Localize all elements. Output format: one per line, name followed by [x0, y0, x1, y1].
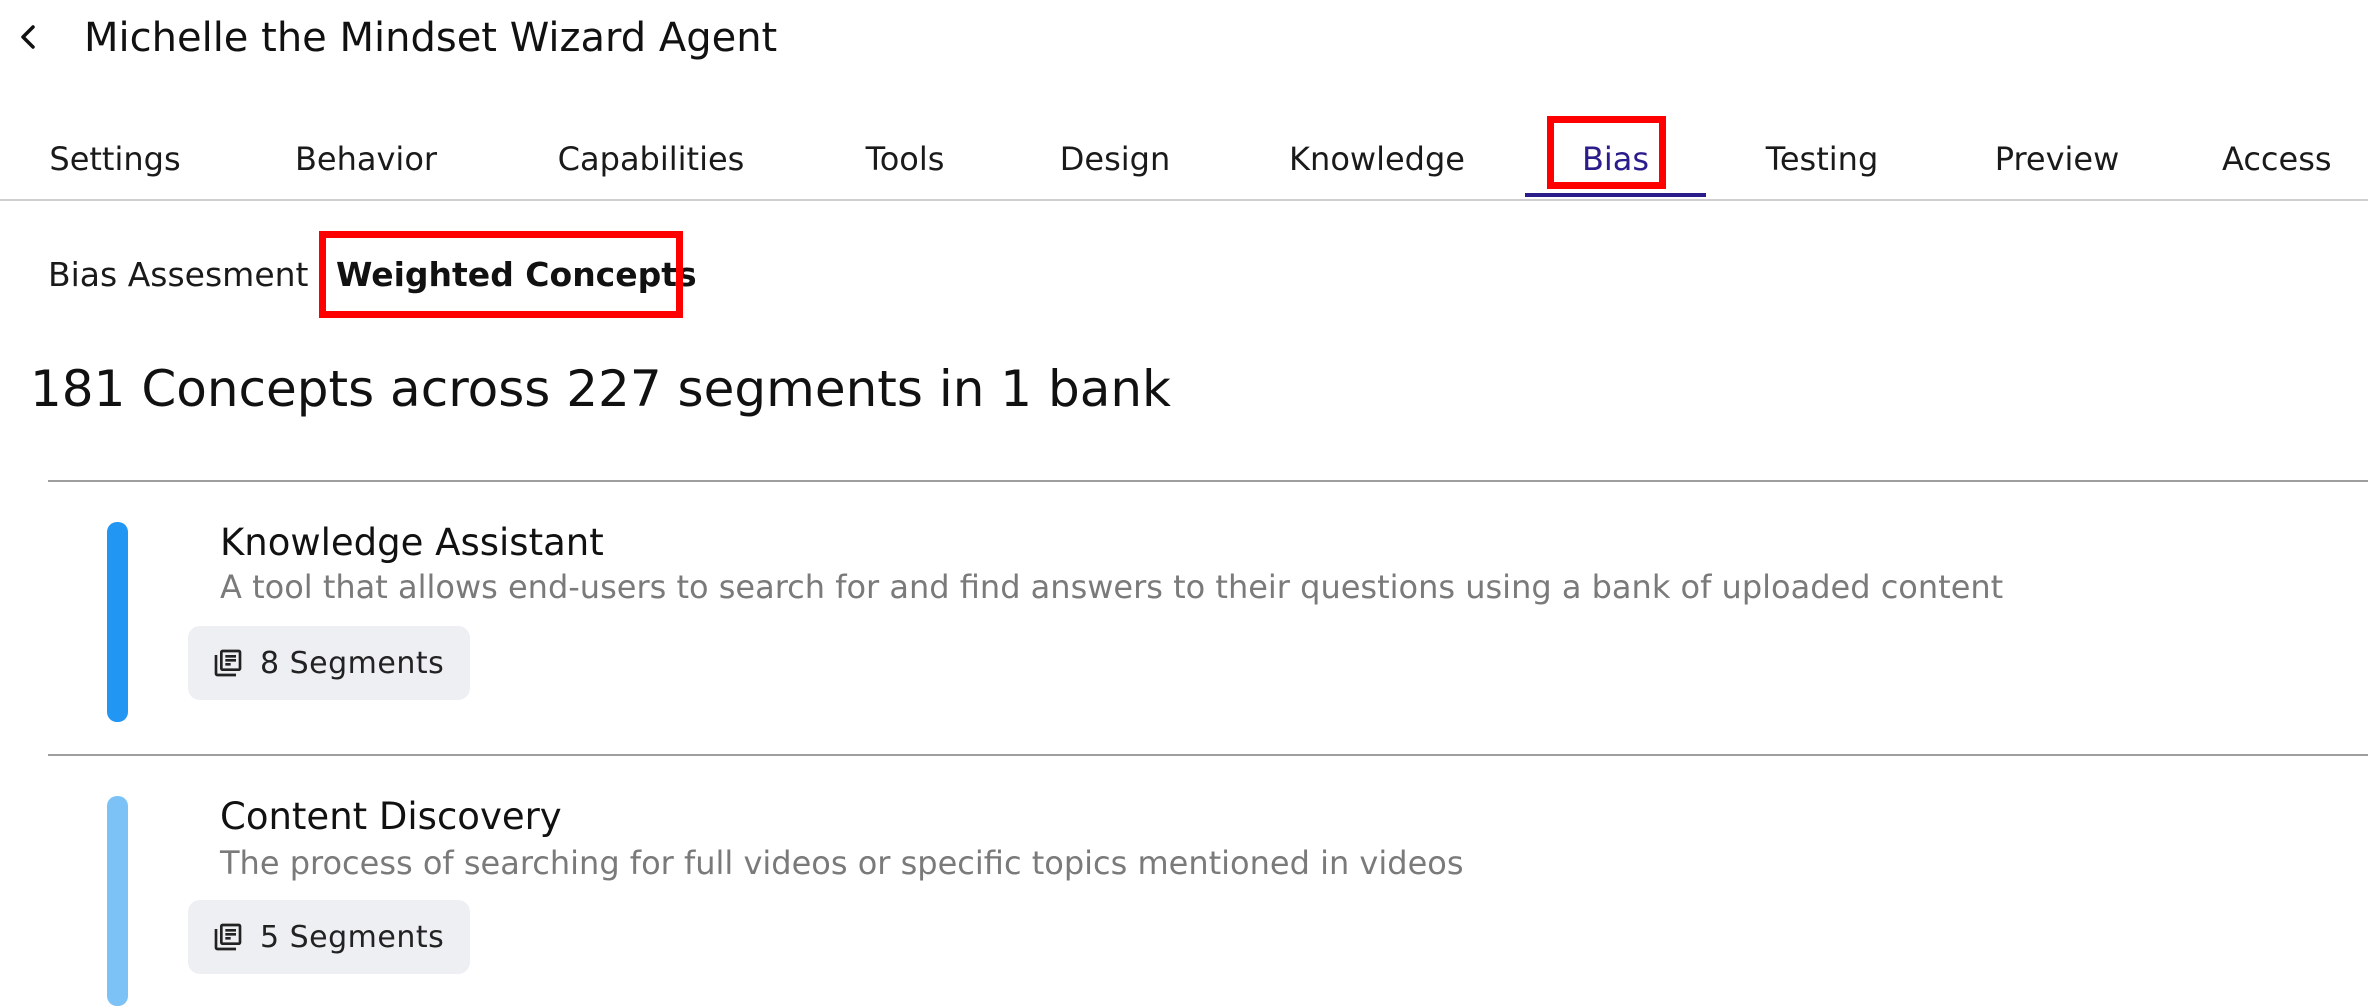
concept-accent-bar	[107, 796, 128, 1006]
subtab-weighted-concepts[interactable]: Weighted Concepts	[336, 246, 697, 302]
concept-accent-bar	[107, 522, 128, 722]
active-tab-indicator	[1525, 193, 1706, 197]
concept-description: The process of searching for full videos…	[220, 844, 1464, 882]
concept-name: Content Discovery	[220, 795, 562, 838]
concept-name: Knowledge Assistant	[220, 521, 604, 564]
subtab-bias-assessment[interactable]: Bias Assesment	[48, 246, 308, 302]
segments-count-label: 5 Segments	[260, 919, 445, 955]
chevron-left-icon	[17, 23, 39, 55]
library-books-icon	[212, 647, 244, 679]
divider	[48, 480, 2368, 482]
concept-description: A tool that allows end-users to search f…	[220, 568, 2004, 606]
page-title: Michelle the Mindset Wizard Agent	[84, 15, 778, 61]
concepts-summary: 181 Concepts across 227 segments in 1 ba…	[30, 360, 1172, 418]
back-button[interactable]	[12, 18, 44, 60]
tab-knowledge[interactable]: Knowledge	[1264, 118, 1490, 199]
segments-chip[interactable]: 8 Segments	[188, 626, 470, 700]
tab-testing[interactable]: Testing	[1740, 118, 1904, 199]
segments-chip[interactable]: 5 Segments	[188, 900, 470, 974]
tab-bar: Settings Behavior Capabilities Tools Des…	[0, 118, 2368, 201]
segments-count-label: 8 Segments	[260, 645, 445, 681]
tab-preview[interactable]: Preview	[1960, 118, 2154, 199]
tab-design[interactable]: Design	[1040, 118, 1190, 199]
tab-access[interactable]: Access	[2222, 118, 2368, 199]
tab-tools[interactable]: Tools	[830, 118, 980, 199]
library-books-icon	[212, 921, 244, 953]
divider	[48, 754, 2368, 756]
tab-bias[interactable]: Bias	[1525, 118, 1706, 199]
tab-settings[interactable]: Settings	[0, 118, 230, 199]
tab-behavior[interactable]: Behavior	[270, 118, 462, 199]
tab-capabilities[interactable]: Capabilities	[534, 118, 768, 199]
